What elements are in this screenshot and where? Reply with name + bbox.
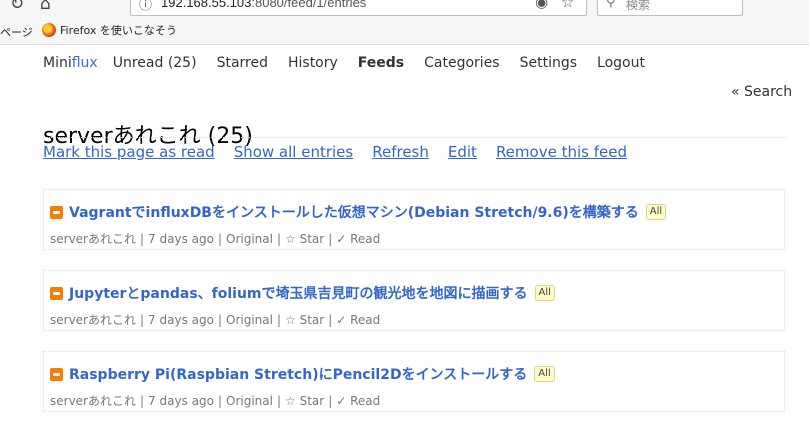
nav-settings[interactable]: Settings [520,55,577,71]
entry-read-link[interactable]: ✓ Read [336,394,380,408]
firefox-icon [42,23,56,37]
blogger-icon [50,367,63,381]
url-bar[interactable]: ⓘ 192.168.55.103:8080/feed/1/entries ◉ ☆ [130,0,587,16]
entry-original-link[interactable]: Original [226,232,273,246]
entry-original-link[interactable]: Original [226,313,273,327]
show-all-link[interactable]: Show all entries [234,143,354,161]
main-nav: Miniflux Unread (25) Starred History Fee… [43,55,665,71]
bookmark-firefox[interactable]: Firefox を使いこなそう [42,22,177,38]
nav-unread[interactable]: Unread (25) [113,55,197,71]
entry-title-row: VagrantでinfluxDBをインストールした仮想マシン(Debian St… [50,202,667,222]
search-input[interactable]: ⚲ 検索 [597,0,743,16]
divider [43,137,788,138]
category-badge[interactable]: All [645,204,667,220]
entry-item: Jupyterとpandas、foliumで埼玉県吉見町の観光地を地図に描画する… [43,270,785,331]
edit-link[interactable]: Edit [448,143,477,161]
entry-star-link[interactable]: ☆ Star [285,232,324,246]
entry-title-row: Jupyterとpandas、foliumで埼玉県吉見町の観光地を地図に描画する… [50,283,555,303]
logo-flux: flux [71,55,98,71]
nav-categories[interactable]: Categories [424,55,499,71]
entry-title-row: Raspberry Pi(Raspbian Stretch)にPencil2Dを… [50,364,555,384]
bookmark-firefox-label: Firefox を使いこなそう [60,24,177,37]
entry-age: 7 days ago [148,232,214,246]
entry-feed-link[interactable]: serverあれこれ [50,232,136,246]
bookmark-page[interactable]: ページ [0,24,33,40]
logo-mini: Mini [43,55,72,71]
blogger-icon [50,286,63,300]
url-text: 192.168.55.103:8080/feed/1/entries [161,0,367,10]
entry-age: 7 days ago [148,394,214,408]
blogger-icon [50,205,63,219]
category-badge[interactable]: All [534,285,555,301]
reload-icon[interactable]: ↻ [10,0,24,14]
nav-logout[interactable]: Logout [597,55,645,71]
entry-star-link[interactable]: ☆ Star [285,313,324,327]
entry-link[interactable]: Jupyterとpandas、foliumで埼玉県吉見町の観光地を地図に描画する [69,283,528,303]
entry-meta: serverあれこれ | 7 days ago | Original | ☆ Star | ✓ … [50,313,381,327]
logo[interactable]: Miniflux [43,55,98,71]
pocket-icon[interactable]: ◉ [535,0,548,11]
entry-link[interactable]: VagrantでinfluxDBをインストールした仮想マシン(Debian St… [69,202,639,222]
search-placeholder: 検索 [626,0,651,12]
nav-starred[interactable]: Starred [217,55,268,71]
entry-age: 7 days ago [148,313,214,327]
page-actions: Mark this page as read Show all entries … [43,143,646,161]
info-icon[interactable]: ⓘ [139,0,152,13]
entry-read-link[interactable]: ✓ Read [336,313,380,327]
mark-read-link[interactable]: Mark this page as read [43,143,215,161]
entry-link[interactable]: Raspberry Pi(Raspbian Stretch)にPencil2Dを… [69,364,527,384]
bookmark-star-icon[interactable]: ☆ [561,0,574,11]
entry-feed-link[interactable]: serverあれこれ [50,313,136,327]
refresh-link[interactable]: Refresh [372,143,429,161]
nav-feeds[interactable]: Feeds [358,55,404,71]
entry-star-link[interactable]: ☆ Star [285,394,324,408]
entry-meta: serverあれこれ | 7 days ago | Original | ☆ Star | ✓ … [50,394,381,408]
browser-toolbar: ↻ ⌂ ⓘ 192.168.55.103:8080/feed/1/entries… [0,0,809,45]
entry-meta: serverあれこれ | 7 days ago | Original | ☆ Star | ✓ … [50,232,381,246]
nav-history[interactable]: History [288,55,338,71]
category-badge[interactable]: All [534,366,555,382]
entry-item: Raspberry Pi(Raspbian Stretch)にPencil2Dを… [43,351,785,412]
entry-read-link[interactable]: ✓ Read [336,232,380,246]
entry-item: VagrantでinfluxDBをインストールした仮想マシン(Debian St… [43,189,785,250]
entry-feed-link[interactable]: serverあれこれ [50,394,136,408]
search-link[interactable]: « Search [731,84,792,100]
home-icon[interactable]: ⌂ [40,0,51,14]
remove-feed-link[interactable]: Remove this feed [496,143,627,161]
entry-original-link[interactable]: Original [226,394,273,408]
search-icon: ⚲ [606,0,616,10]
